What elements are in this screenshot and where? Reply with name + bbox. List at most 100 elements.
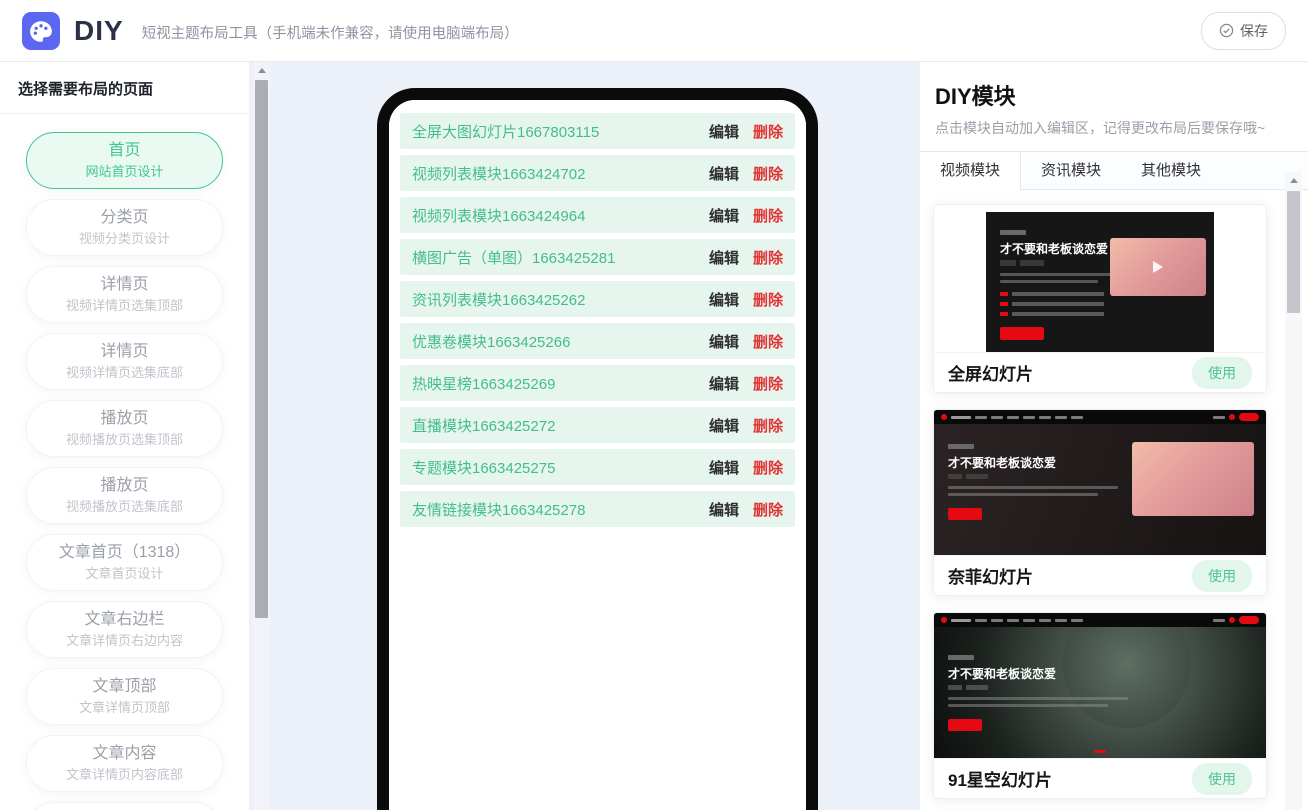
phone-module-name: 全屏大图幻灯片1667803115 (412, 123, 600, 141)
use-module-button[interactable]: 使用 (1192, 559, 1252, 592)
sidebar-page-item[interactable]: 播放页 视频播放页选集底部 (26, 467, 223, 524)
module-edit-link[interactable]: 编辑 (709, 205, 739, 226)
sidebar-pages: 选择需要布局的页面 首页 网站首页设计 分类页 视频分类页设计 详情页 视频详情页选集顶部… (0, 62, 250, 810)
nav-login-pill (1239, 413, 1259, 421)
sidebar-page-item[interactable]: 文章内容 文章详情页内容底部 (26, 735, 223, 792)
module-edit-link[interactable]: 编辑 (709, 289, 739, 310)
page-item-label: 文章内容 (92, 744, 157, 762)
page-list: 首页 网站首页设计 分类页 视频分类页设计 详情页 视频详情页选集顶部 详情页 视频详情页选集… (0, 114, 249, 810)
panel-scrollbar-up-icon[interactable] (1285, 172, 1302, 189)
module-delete-link[interactable]: 删除 (753, 205, 783, 226)
module-delete-link[interactable]: 删除 (753, 289, 783, 310)
use-module-button[interactable]: 使用 (1192, 762, 1252, 795)
page-item-desc: 视频详情页选集底部 (65, 364, 183, 380)
preview-desc-bar (948, 486, 1118, 489)
nav-link-bar (1055, 415, 1067, 419)
module-edit-link[interactable]: 编辑 (709, 499, 739, 520)
nav-login-pill (1239, 616, 1259, 624)
module-delete-link[interactable]: 删除 (753, 331, 783, 352)
module-edit-link[interactable]: 编辑 (709, 331, 739, 352)
phone-module-name: 热映星榜1663425269 (412, 375, 556, 393)
phone-module-row: 友情链接模块1663425278 编辑 删除 (400, 491, 795, 527)
panel-title: DIY模块 (935, 84, 1016, 109)
nav-dot-icon (1229, 617, 1235, 623)
rank-number-bar (1000, 312, 1008, 316)
preview-rank-row (1000, 312, 1104, 316)
module-delete-link[interactable]: 删除 (753, 457, 783, 478)
phone-module-name: 视频列表模块1663424964 (412, 207, 586, 225)
preview-tag-bar (948, 444, 974, 449)
carousel-indicator (1094, 750, 1106, 753)
module-edit-link[interactable]: 编辑 (709, 121, 739, 142)
module-delete-link[interactable]: 删除 (753, 121, 783, 142)
preview-navbar (934, 613, 1266, 627)
panel-scrollbar[interactable] (1285, 172, 1302, 810)
preview-chip-bar (948, 685, 962, 690)
module-edit-link[interactable]: 编辑 (709, 247, 739, 268)
rank-text-bar (1012, 292, 1104, 296)
tab-视频模块[interactable]: 视频模块 (920, 152, 1022, 191)
module-edit-link[interactable]: 编辑 (709, 163, 739, 184)
sidebar-page-item[interactable]: 文章顶部 文章详情页顶部 (26, 668, 223, 725)
sidebar-scrollbar[interactable] (253, 62, 270, 810)
phone-module-row: 资讯列表模块1663425262 编辑 删除 (400, 281, 795, 317)
use-module-button[interactable]: 使用 (1192, 356, 1252, 389)
page-item-label: 播放页 (100, 476, 149, 494)
preview-tag-bar (948, 655, 974, 660)
sidebar-page-item[interactable]: 详情页视频详情页选集底部 (26, 333, 223, 390)
nav-link-bar (1039, 415, 1051, 419)
phone-module-row: 视频列表模块1663424702 编辑 删除 (400, 155, 795, 191)
sidebar-page-item[interactable]: 文章右边栏 文章详情页右边内容 (26, 601, 223, 658)
module-edit-link[interactable]: 编辑 (709, 415, 739, 436)
sidebar-page-item[interactable]: 播放页 视频播放页选集顶部 (26, 400, 223, 457)
module-edit-link[interactable]: 编辑 (709, 373, 739, 394)
module-delete-link[interactable]: 删除 (753, 373, 783, 394)
sidebar-page-item[interactable]: 详情页 视频详情页选集顶部 (26, 266, 223, 323)
brand-title: DIY (74, 14, 124, 46)
sidebar-scrollbar-thumb[interactable] (255, 80, 268, 618)
module-card-全屏幻灯片[interactable]: 才不要和老板谈恋爱全屏幻灯片 使用 (933, 204, 1267, 393)
module-card-title: 奈菲幻灯片 (948, 568, 1033, 587)
nav-action-bar (1213, 415, 1225, 419)
page-item-label: 详情页 (100, 342, 149, 360)
nav-dot-icon (1229, 414, 1235, 420)
preview-chip-bar (1000, 260, 1016, 266)
brand-logo (22, 11, 60, 50)
panel-scrollbar-thumb[interactable] (1287, 191, 1300, 313)
save-button-label: 保存 (1240, 22, 1268, 39)
module-delete-link[interactable]: 删除 (753, 415, 783, 436)
save-button[interactable]: 保存 (1201, 11, 1286, 50)
page-item-desc: 文章首页设计 (85, 565, 164, 581)
preview-play-button (1000, 327, 1044, 340)
nav-link-bar (1007, 618, 1019, 622)
preview-desc-bar (948, 704, 1108, 707)
page-item-label: 文章顶部 (92, 677, 157, 695)
module-preview-image: 才不要和老板谈恋爱 (934, 410, 1266, 555)
module-card-奈菲幻灯片[interactable]: 才不要和老板谈恋爱奈菲幻灯片 使用 (933, 409, 1267, 596)
module-edit-link[interactable]: 编辑 (709, 457, 739, 478)
preview-play-button (948, 508, 982, 520)
tab-其他模块[interactable]: 其他模块 (1121, 152, 1221, 189)
tab-资讯模块[interactable]: 资讯模块 (1021, 152, 1121, 189)
module-delete-link[interactable]: 删除 (753, 499, 783, 520)
module-card-91星空幻灯片[interactable]: 才不要和老板谈恋爱 91星空幻灯片 使用 (933, 612, 1267, 799)
sidebar-page-item[interactable]: 分类页 视频分类页设计 (26, 199, 223, 256)
preview-title: 才不要和老板谈恋爱 (1000, 242, 1109, 256)
nav-link-bar (1007, 415, 1019, 419)
module-delete-link[interactable]: 删除 (753, 247, 783, 268)
module-card-list: 才不要和老板谈恋爱 全屏幻灯片 使用 才不要和老板谈恋爱 奈菲幻灯片 使用 才不要和老板谈恋… (933, 204, 1267, 810)
page-item-desc: 网站首页设计 (85, 163, 164, 179)
module-preview-image: 才不要和老板谈恋爱 (934, 613, 1266, 758)
module-delete-link[interactable]: 删除 (753, 163, 783, 184)
page-item-label: 文章首页（1318） (58, 543, 191, 561)
page-item-desc: 文章详情页右边内容 (65, 632, 183, 648)
preview-desc-bar (948, 493, 1098, 496)
sidebar-page-item[interactable]: DIY1 (26, 802, 223, 810)
module-card-footer: 全屏幻灯片 使用 (934, 352, 1266, 392)
sidebar-scrollbar-up-icon[interactable] (253, 62, 270, 79)
page-item-desc: 视频详情页选集顶部 (65, 297, 183, 313)
rank-number-bar (1000, 302, 1008, 306)
sidebar-page-item[interactable]: 首页 网站首页设计 (26, 132, 223, 189)
sidebar-page-item[interactable]: 文章首页（1318） 文章首页设计 (26, 534, 223, 591)
rank-text-bar (1012, 302, 1104, 306)
